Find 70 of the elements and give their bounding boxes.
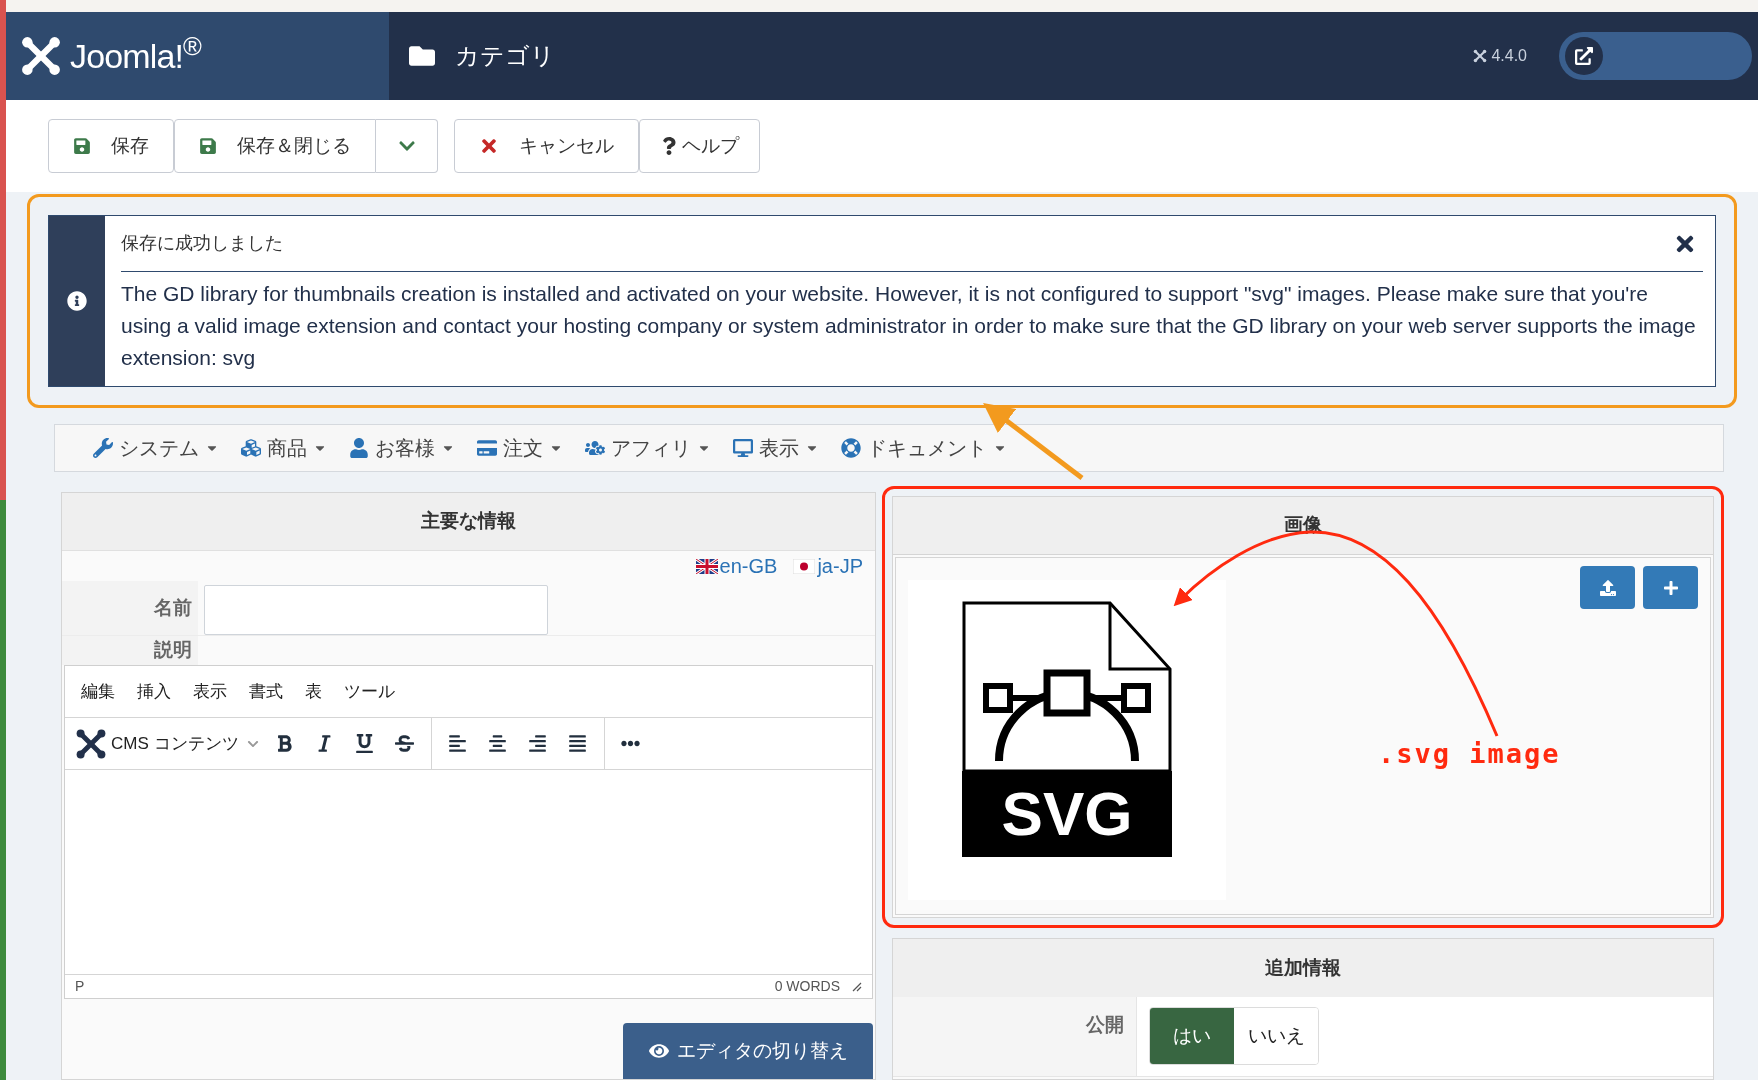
element-path: P <box>75 977 85 996</box>
cancel-button[interactable]: キャンセル <box>454 119 639 173</box>
field-label: 公開 <box>1086 1013 1124 1037</box>
menu-item[interactable]: 商品 <box>241 433 327 463</box>
version-text: 4.4.0 <box>1491 46 1527 66</box>
field-label: 名前 <box>154 595 192 620</box>
help-icon <box>660 137 678 155</box>
menu-item[interactable]: アフィリ <box>585 433 711 463</box>
wrench-icon <box>93 438 113 458</box>
monitor-icon <box>733 438 753 458</box>
editor-menu-item[interactable]: 表 <box>305 678 322 705</box>
menu-item[interactable]: お客様 <box>349 433 455 463</box>
close-icon <box>479 136 499 156</box>
info-icon <box>67 291 87 311</box>
external-link-icon <box>1575 47 1593 65</box>
language-link[interactable]: ja-JP <box>793 551 863 581</box>
align-left-icon <box>448 734 467 753</box>
toggle-option[interactable]: はい <box>1150 1008 1234 1064</box>
format-dropdown[interactable]: CMS コンテンツ <box>65 727 265 760</box>
strikethrough-icon <box>395 734 414 753</box>
upload-icon <box>1599 579 1616 596</box>
editor-menu-item[interactable]: 編集 <box>81 678 115 705</box>
alert-title: 保存に成功しました <box>121 232 283 255</box>
add-button[interactable] <box>1643 566 1698 609</box>
save-icon <box>73 137 91 155</box>
external-link-button[interactable] <box>1565 37 1603 75</box>
language-link[interactable]: en-GB <box>695 551 778 581</box>
user-icon <box>349 438 369 458</box>
name-input[interactable] <box>204 585 548 635</box>
page-title: カテゴリ <box>455 41 555 71</box>
alert-text: The GD library for thumbnails creation is installed and activated on your website. However, it is not configured to support "svg" images. Please make sure that you're using a valid image extension and contact your hosting company or system administrator in order to make sure that the GD library on your web server supports the image extension: svg <box>121 281 1697 371</box>
credit-card-icon <box>477 438 497 458</box>
save-icon <box>199 137 217 155</box>
field-label: 説明 <box>154 638 192 663</box>
save-button[interactable]: 保存＆閉じる <box>174 119 376 173</box>
cubes-icon <box>241 438 261 458</box>
annotation-text: .svg image <box>1378 737 1561 771</box>
bold-icon <box>275 734 294 753</box>
editor-menu-item[interactable]: 表示 <box>193 678 227 705</box>
logo-text: Joomla!$^{®}$ <box>70 30 202 77</box>
file-type-label: SVG <box>1001 783 1133 845</box>
folder-icon <box>409 43 435 69</box>
menu-item[interactable]: ドキュメント <box>841 433 1007 463</box>
resize-handle-icon[interactable] <box>852 981 862 992</box>
save-button[interactable]: 保存 <box>48 119 174 173</box>
align-center-icon <box>488 734 507 753</box>
word-count: 0 WORDS <box>774 977 840 996</box>
editor-menu-item[interactable]: 挿入 <box>137 678 171 705</box>
users-gear-icon <box>585 438 605 458</box>
joomla-logo-icon <box>75 727 107 760</box>
align-justify-icon <box>568 734 587 753</box>
menu-item[interactable]: システム <box>93 433 219 463</box>
lifebuoy-icon <box>841 438 861 458</box>
panel-title: 追加情報 <box>1265 955 1341 980</box>
flag-icon <box>793 558 816 574</box>
align-right-icon <box>528 734 547 753</box>
menu-item[interactable]: 注文 <box>477 433 563 463</box>
flag-icon <box>695 558 718 574</box>
toggle-editor-button[interactable]: エディタの切り替え <box>623 1023 873 1079</box>
underline-icon <box>355 734 374 753</box>
menu-item[interactable]: 表示 <box>733 433 819 463</box>
plus-icon <box>1662 579 1679 596</box>
panel-title: 主要な情報 <box>421 509 516 534</box>
help-button[interactable]: ヘルプ <box>639 119 760 173</box>
joomla-logo-icon <box>20 35 62 77</box>
editor-menu-item[interactable]: ツール <box>344 678 395 705</box>
editor-menu-item[interactable]: 書式 <box>249 678 283 705</box>
joomla-small-icon <box>1473 49 1488 63</box>
eye-icon <box>648 1041 669 1061</box>
upload-button[interactable] <box>1580 566 1635 609</box>
